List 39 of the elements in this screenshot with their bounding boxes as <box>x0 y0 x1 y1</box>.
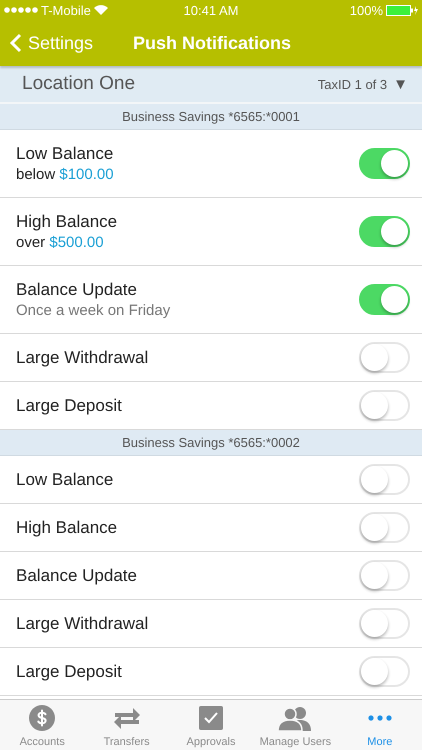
section-header: Business Savings *6565:*0002 <box>0 430 422 456</box>
toggle-switch[interactable] <box>359 284 410 315</box>
chevron-left-icon <box>10 33 22 53</box>
tab-bar-item[interactable]: Approvals <box>168 700 254 750</box>
alert-label: Large Withdrawal <box>16 614 148 634</box>
alert-label: Balance Update <box>16 280 138 300</box>
frequency-text: Once a week on Friday <box>16 302 170 319</box>
toggle-switch[interactable] <box>359 148 410 179</box>
tab-bar-item[interactable]: Manage Users <box>253 700 338 750</box>
toggle-switch[interactable] <box>359 216 410 247</box>
battery-percent: 100% <box>350 2 383 18</box>
alert-label: Large Deposit <box>16 396 122 416</box>
dollar-icon <box>29 705 56 731</box>
location-name: Location One <box>22 73 136 95</box>
threshold-text: below $100.00 <box>16 166 114 183</box>
alert-label: Large Deposit <box>16 662 122 682</box>
tab-bar-item[interactable]: Accounts <box>0 700 84 750</box>
signal-icon <box>4 7 38 13</box>
carrier-name: T-Mobile <box>41 2 91 18</box>
alert-label: High Balance <box>16 518 118 538</box>
tab-bar-item[interactable]: More <box>338 700 422 750</box>
wifi-icon <box>94 5 108 15</box>
taxid-dropdown[interactable]: TaxID 1 of 3 ▼ <box>318 76 408 92</box>
screen-title: Push Notifications <box>133 32 292 54</box>
battery-icon <box>386 4 418 16</box>
section-header: Business Savings *6565:*0001 <box>0 104 422 130</box>
more-dots-icon <box>368 715 392 721</box>
users-icon <box>278 705 312 731</box>
alert-label: Low Balance <box>16 470 114 490</box>
checkbox-icon <box>199 706 224 730</box>
tab-bar-item[interactable]: Transfers <box>84 700 169 750</box>
alert-label: Large Withdrawal <box>16 348 148 368</box>
transfer-arrows-icon <box>112 706 141 730</box>
status-time: 10:41 AM <box>184 2 238 18</box>
threshold-text: over $500.00 <box>16 234 105 251</box>
alert-label: Balance Update <box>16 566 137 586</box>
alert-label: Low Balance <box>16 144 114 164</box>
alert-label: High Balance <box>16 212 118 232</box>
back-button[interactable]: Settings <box>10 32 94 54</box>
